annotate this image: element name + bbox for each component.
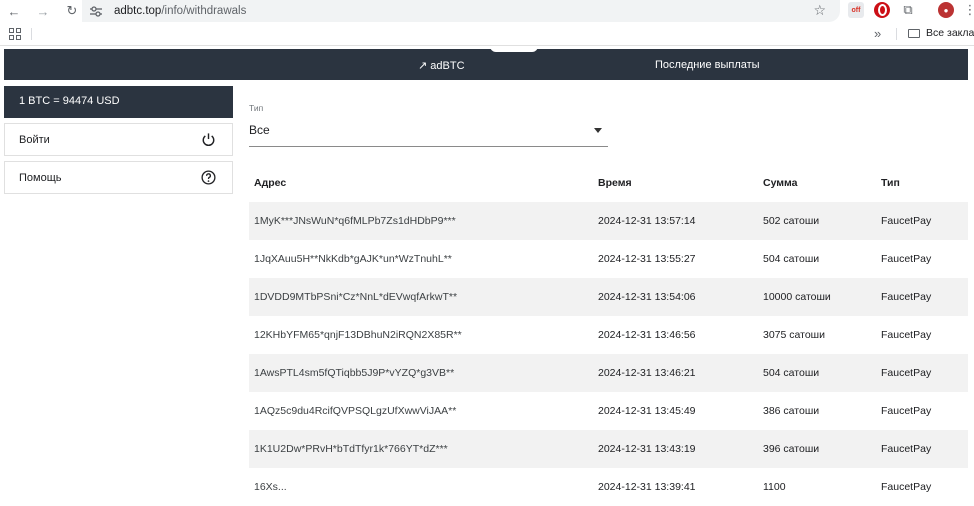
cell-time: 2024-12-31 13:39:41 xyxy=(598,481,696,493)
type-filter-value: Все xyxy=(249,123,270,137)
table-row: 1AQz5c9du4RcifQVPSQLgzUfXwwViJAA** 2024-… xyxy=(249,392,968,430)
cell-time: 2024-12-31 13:54:06 xyxy=(598,278,763,316)
select-underline xyxy=(249,146,608,147)
url-path: /info/withdrawals xyxy=(161,5,247,17)
caret-down-icon xyxy=(594,128,602,133)
table-row: 1K1U2Dw*PRvH*bTdTfyr1k*766YT*dZ*** 2024-… xyxy=(249,430,968,468)
cell-address: 1AQz5c9du4RcifQVPSQLgzUfXwwViJAA** xyxy=(254,405,457,417)
star-icon[interactable]: ☆ xyxy=(813,2,826,19)
bookmarks-bar: » Все закладк xyxy=(0,22,974,46)
site-settings-icon[interactable] xyxy=(89,4,103,18)
puzzle-icon[interactable]: ⧉ xyxy=(900,2,916,18)
cell-type: FaucetPay xyxy=(881,430,968,468)
cell-type: FaucetPay xyxy=(881,253,932,265)
cell-type: FaucetPay xyxy=(881,354,968,392)
withdrawals-table: Адрес Время Сумма Тип 1MyK***JNsWuN*q6fM… xyxy=(249,164,968,506)
all-bookmarks-folder[interactable]: Все закладк xyxy=(908,27,974,39)
cell-type: FaucetPay xyxy=(881,278,968,316)
forward-arrow-icon[interactable]: → xyxy=(33,2,53,20)
apps-grid-icon[interactable] xyxy=(9,28,21,40)
cell-sum: 504 сатоши xyxy=(763,253,820,265)
cell-address: 12KHbYFM65*qnjF13DBhuN2iRQN2X85R** xyxy=(254,329,462,341)
column-header-time: Время xyxy=(598,177,632,189)
type-filter-select[interactable]: Тип Все xyxy=(249,103,608,147)
all-bookmarks-label: Все закладк xyxy=(926,27,974,39)
table-row: 1AwsPTL4sm5fQTiqbb5J9P*vYZQ*g3VB** 2024-… xyxy=(249,354,968,392)
cell-type: FaucetPay xyxy=(881,202,968,240)
cell-address: 1AwsPTL4sm5fQTiqbb5J9P*vYZQ*g3VB** xyxy=(249,354,598,392)
table-row: 16Xs... 2024-12-31 13:39:41 1100 FaucetP… xyxy=(249,468,968,506)
site-header xyxy=(4,49,968,80)
cell-sum: 1100 xyxy=(763,481,786,493)
table-row: 1MyK***JNsWuN*q6fMLPb7Zs1dHDbP9*** 2024-… xyxy=(249,202,968,240)
cell-address: 1K1U2Dw*PRvH*bTdTfyr1k*766YT*dZ*** xyxy=(249,430,598,468)
reload-icon[interactable]: ↻ xyxy=(62,2,82,20)
cell-type: FaucetPay xyxy=(881,481,932,493)
address-bar[interactable]: adbtc.top/info/withdrawals ☆ xyxy=(82,0,840,22)
column-header-address: Адрес xyxy=(254,177,287,189)
extension-icon[interactable]: off xyxy=(848,2,864,18)
cell-type: FaucetPay xyxy=(881,329,932,341)
profile-avatar[interactable]: ● xyxy=(938,2,954,18)
cell-sum: 10000 сатоши xyxy=(763,278,881,316)
opera-extension-icon[interactable] xyxy=(874,2,890,18)
bookmarks-overflow-icon[interactable]: » xyxy=(874,26,881,41)
adbtc-link[interactable]: ↗ adBTC xyxy=(418,59,465,72)
cell-sum: 386 сатоши xyxy=(763,405,820,417)
header-notch xyxy=(490,46,538,52)
cell-address: 16Xs... xyxy=(254,481,287,493)
cell-sum: 504 сатоши xyxy=(763,354,881,392)
power-icon xyxy=(202,133,215,147)
table-header-row: Адрес Время Сумма Тип xyxy=(249,164,968,202)
table-row: 12KHbYFM65*qnjF13DBhuN2iRQN2X85R** 2024-… xyxy=(249,316,968,354)
cell-address: 1JqXAuu5H**NkKdb*gAJK*un*WzTnuhL** xyxy=(254,253,452,265)
column-header-type: Тип xyxy=(881,177,900,189)
login-button[interactable]: Войти xyxy=(4,123,233,156)
table-row: 1JqXAuu5H**NkKdb*gAJK*un*WzTnuhL** 2024-… xyxy=(249,240,968,278)
cell-address: 1MyK***JNsWuN*q6fMLPb7Zs1dHDbP9*** xyxy=(249,202,598,240)
cell-sum: 396 сатоши xyxy=(763,430,881,468)
column-header-sum: Сумма xyxy=(763,177,798,189)
cell-time: 2024-12-31 13:46:56 xyxy=(598,329,696,341)
cell-time: 2024-12-31 13:46:21 xyxy=(598,354,763,392)
cell-sum: 3075 сатоши xyxy=(763,329,825,341)
bookmarks-divider xyxy=(896,28,897,40)
folder-icon xyxy=(908,28,920,38)
cell-time: 2024-12-31 13:43:19 xyxy=(598,430,763,468)
bookmarks-divider xyxy=(31,28,32,40)
cell-time: 2024-12-31 13:57:14 xyxy=(598,202,763,240)
url-text[interactable]: adbtc.top/info/withdrawals xyxy=(114,5,246,17)
cell-time: 2024-12-31 13:55:27 xyxy=(598,253,696,265)
back-arrow-icon[interactable]: ← xyxy=(4,2,24,20)
table-row: 1DVDD9MTbPSni*Cz*NnL*dEVwqfArkwT** 2024-… xyxy=(249,278,968,316)
cell-sum: 502 сатоши xyxy=(763,202,881,240)
login-label: Войти xyxy=(19,133,50,146)
question-circle-icon xyxy=(201,170,216,185)
btc-rate-banner: 1 BTC = 94474 USD xyxy=(4,86,233,118)
cell-address: 1DVDD9MTbPSni*Cz*NnL*dEVwqfArkwT** xyxy=(249,278,598,316)
kebab-menu-icon[interactable]: ⋮ xyxy=(962,2,974,18)
type-filter-label: Тип xyxy=(249,103,264,113)
url-host: adbtc.top xyxy=(114,5,162,17)
help-button[interactable]: Помощь xyxy=(4,161,233,194)
cell-time: 2024-12-31 13:45:49 xyxy=(598,405,696,417)
cell-type: FaucetPay xyxy=(881,405,932,417)
help-label: Помощь xyxy=(19,171,62,184)
page-title: Последние выплаты xyxy=(655,59,760,71)
